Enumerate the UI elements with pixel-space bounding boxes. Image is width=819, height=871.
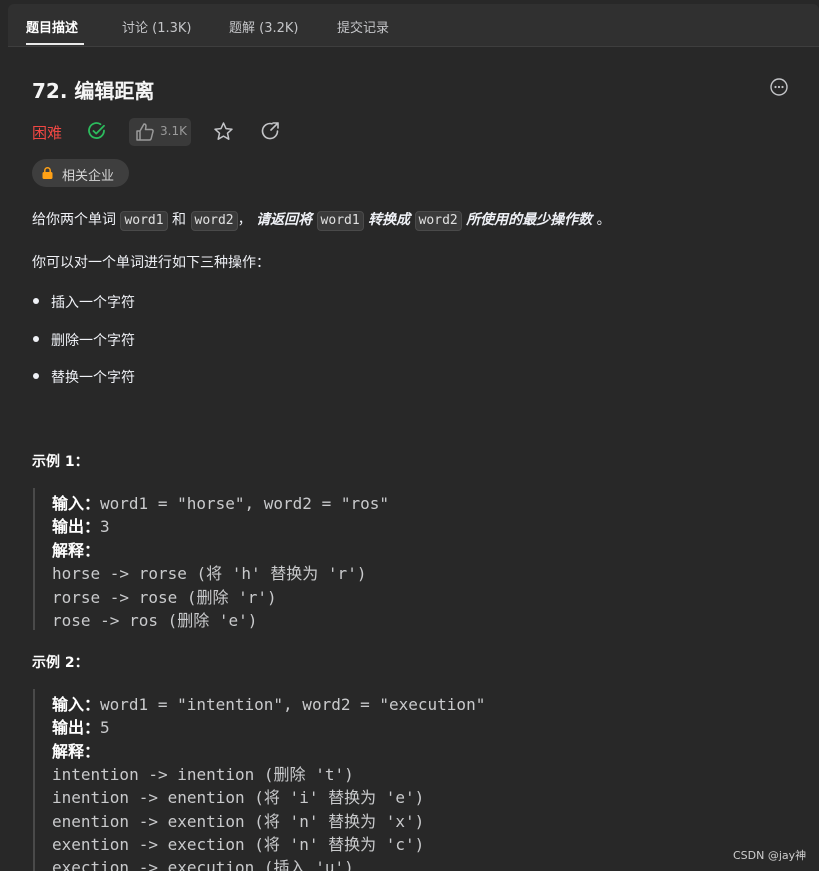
description-paragraph-2: 你可以对一个单词进行如下三种操作： bbox=[32, 255, 270, 271]
example-1-explain-label: 解释： bbox=[52, 541, 101, 560]
inline-code: word1 bbox=[120, 211, 168, 231]
company-tag-label: 相关企业 bbox=[62, 169, 115, 184]
list-item: 删除一个字符 bbox=[51, 333, 135, 349]
example-2-input: 输入：word1 = "intention", word2 = "executi… bbox=[52, 695, 486, 714]
example-2-explain-label: 解释： bbox=[52, 742, 101, 761]
example-2-line: exention -> exection (将 'n' 替换为 'c') bbox=[52, 835, 425, 854]
example-2-title: 示例 2： bbox=[32, 655, 89, 671]
share-icon[interactable] bbox=[260, 121, 280, 141]
list-item: 插入一个字符 bbox=[51, 295, 135, 311]
tab-submissions[interactable]: 提交记录 bbox=[337, 17, 389, 36]
thumbs-up-icon bbox=[136, 123, 154, 141]
star-icon[interactable] bbox=[213, 121, 234, 142]
example-1-output: 输出：3 bbox=[52, 517, 110, 536]
example-2-line: exection -> execution (插入 'u') bbox=[52, 858, 354, 871]
difficulty-badge: 困难 bbox=[32, 124, 63, 142]
example-2-line: intention -> inention (删除 't') bbox=[52, 765, 354, 784]
example-2-line: inention -> enention (将 'i' 替换为 'e') bbox=[52, 788, 425, 807]
inline-code: word2 bbox=[190, 211, 238, 231]
example-1-input: 输入：word1 = "horse", word2 = "ros" bbox=[52, 494, 389, 513]
list-bullet bbox=[33, 298, 39, 304]
active-tab-indicator bbox=[26, 43, 84, 45]
more-options-icon[interactable] bbox=[770, 78, 788, 96]
lock-icon bbox=[42, 167, 53, 179]
watermark: CSDN @jay神 bbox=[733, 849, 807, 862]
inline-code: word1 bbox=[316, 211, 364, 231]
like-count: 3.1K bbox=[160, 124, 187, 138]
example-2-output: 输出：5 bbox=[52, 718, 110, 737]
related-companies-tag[interactable]: 相关企业 bbox=[32, 159, 129, 187]
example-1-line: rose -> ros (删除 'e') bbox=[52, 611, 258, 630]
example-1-title: 示例 1： bbox=[32, 454, 89, 470]
list-bullet bbox=[33, 336, 39, 342]
inline-code: word2 bbox=[414, 211, 462, 231]
example-1-line: rorse -> rose (删除 'r') bbox=[52, 588, 277, 607]
solved-check-icon bbox=[88, 122, 105, 139]
tab-solutions[interactable]: 题解 (3.2K) bbox=[229, 17, 298, 36]
example-2-line: enention -> exention (将 'n' 替换为 'x') bbox=[52, 812, 425, 831]
example-1-line: horse -> rorse (将 'h' 替换为 'r') bbox=[52, 564, 367, 583]
tab-description[interactable]: 题目描述 bbox=[26, 17, 78, 36]
tab-discussion[interactable]: 讨论 (1.3K) bbox=[122, 17, 191, 36]
problem-title: 72. 编辑距离 bbox=[32, 79, 155, 103]
list-bullet bbox=[33, 373, 39, 379]
list-item: 替换一个字符 bbox=[51, 370, 135, 386]
like-button[interactable]: 3.1K bbox=[129, 118, 191, 146]
description-paragraph-1: 给你两个单词 word1 和 word2， 请返回将 word1 转换成 wor… bbox=[32, 209, 611, 231]
